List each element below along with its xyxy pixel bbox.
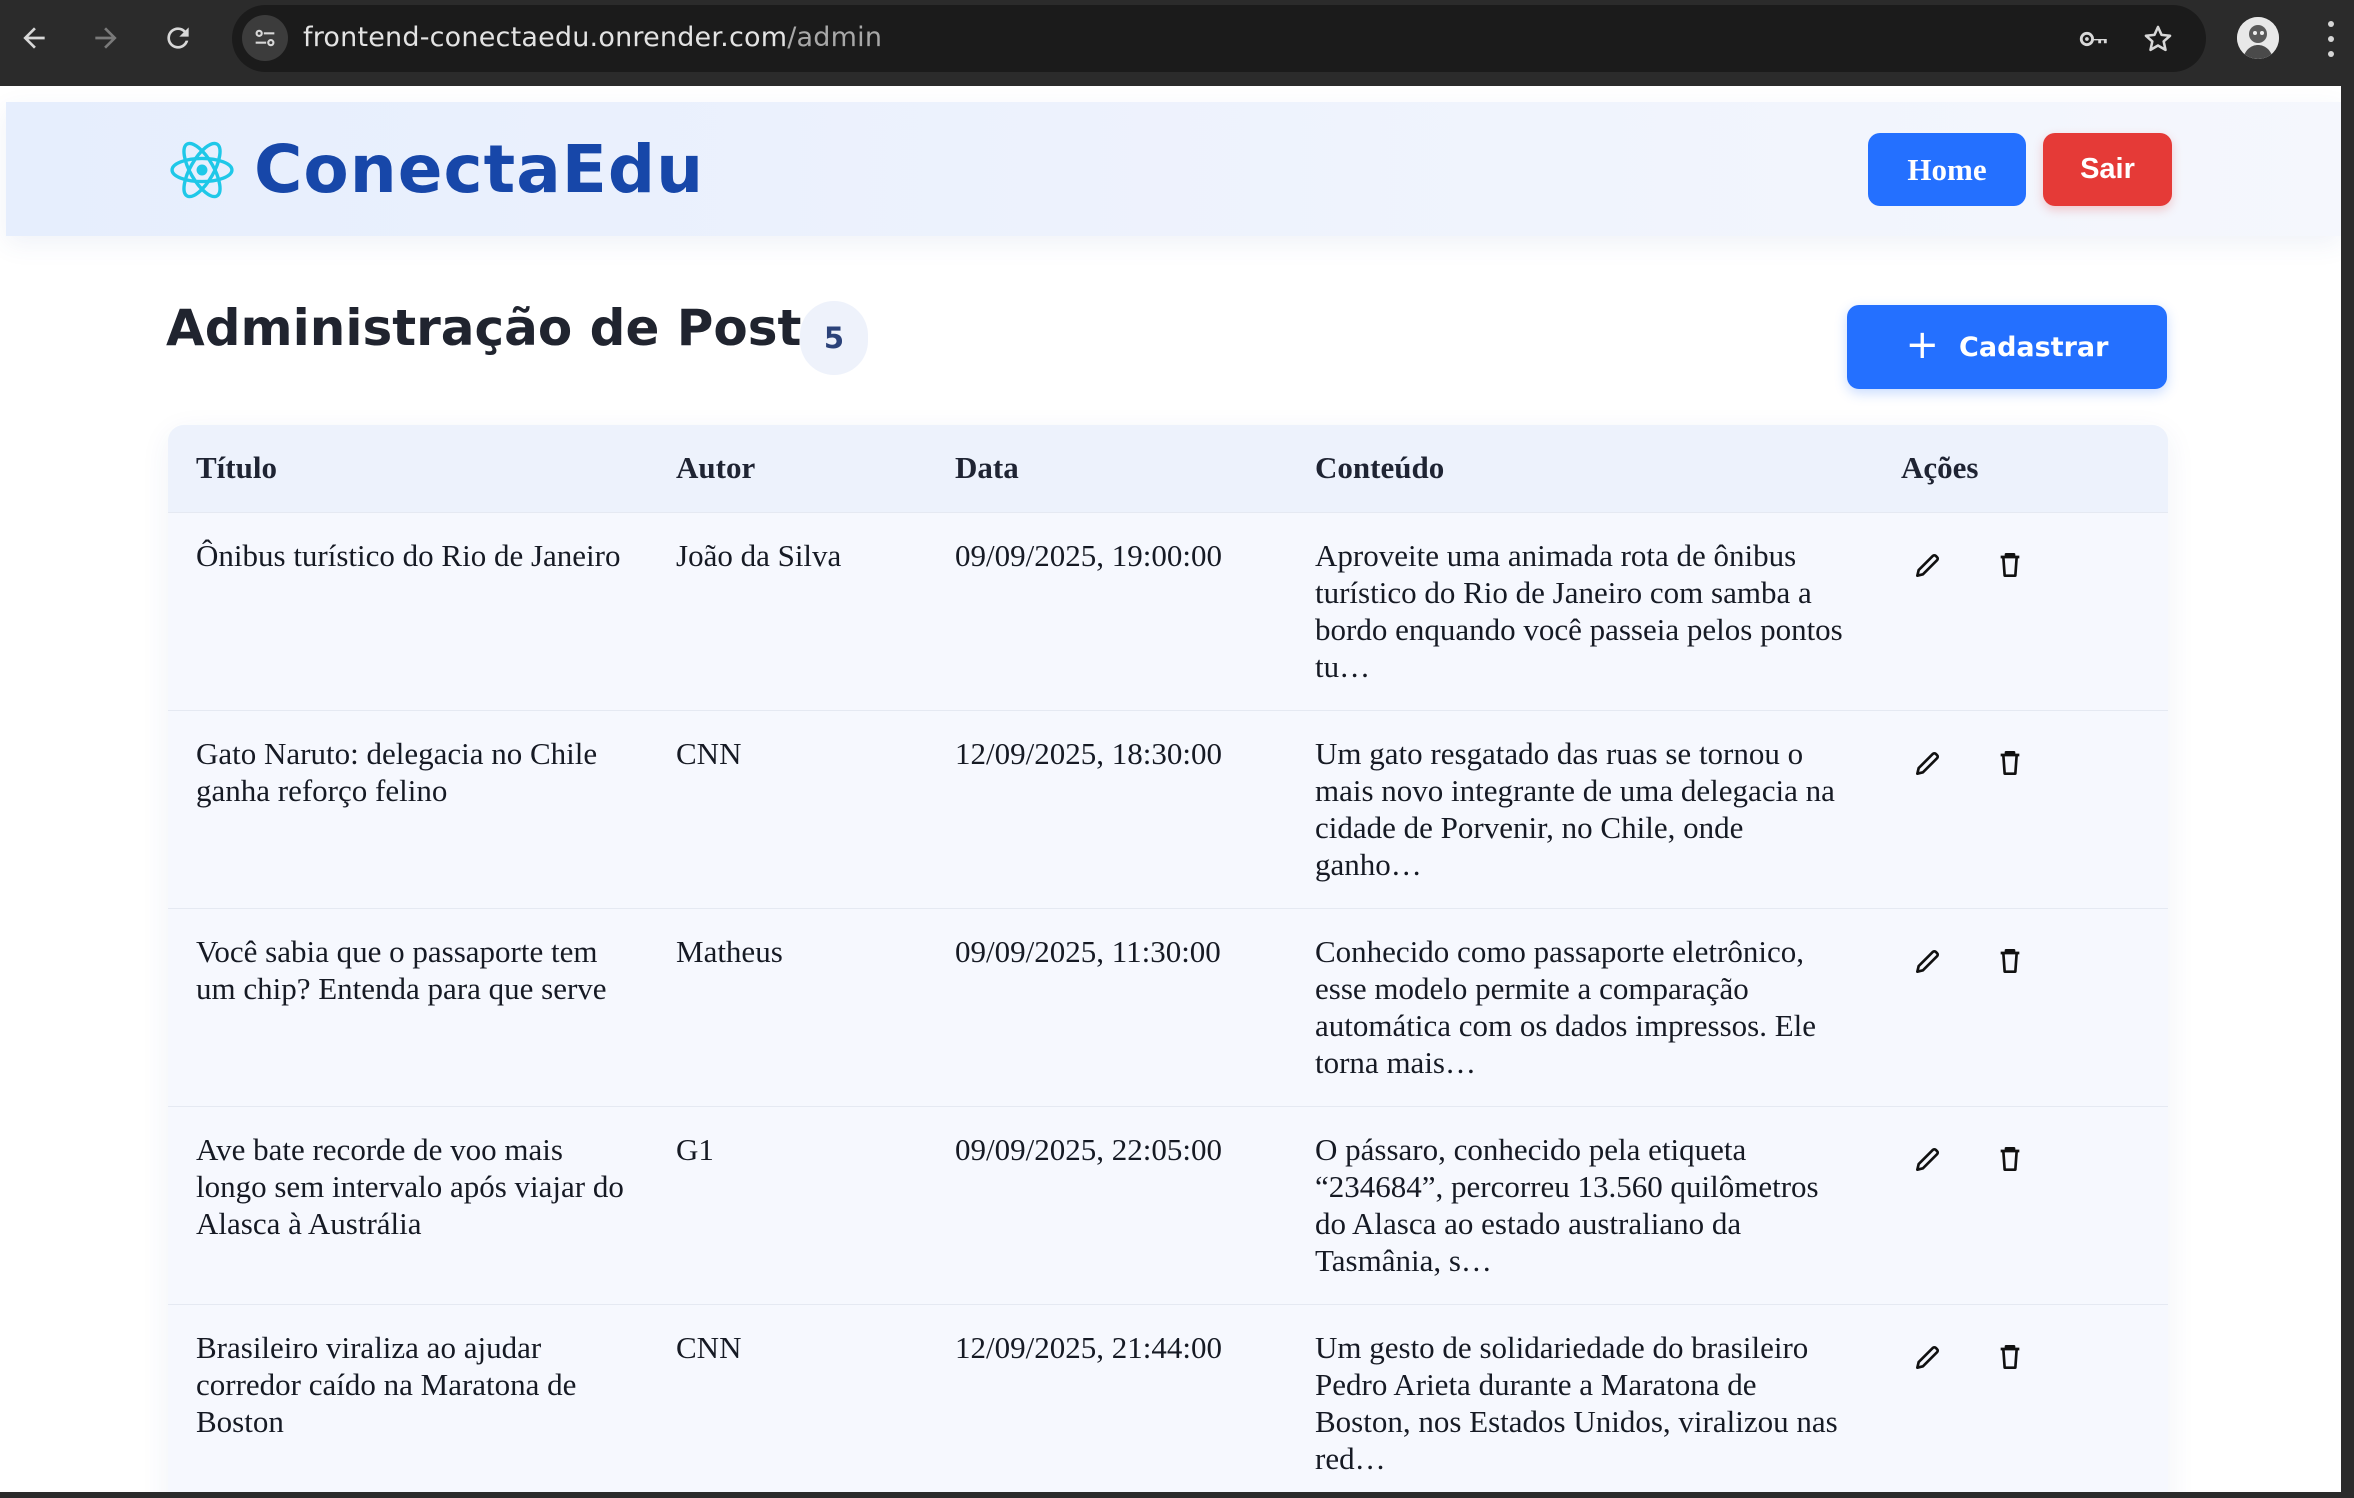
trash-icon [2000,553,2020,577]
post-date: 12/09/2025, 21:44:00 [955,1330,1222,1365]
edit-button[interactable] [1908,1139,1948,1179]
delete-button[interactable] [1990,545,2030,585]
table-row: Você sabia que o passaporte tem um chip?… [168,908,2168,1106]
post-date: 09/09/2025, 11:30:00 [955,934,1221,969]
logout-button[interactable]: Sair [2043,133,2172,206]
pencil-icon [1916,1345,1940,1369]
react-atom-icon [170,141,234,199]
post-date: 09/09/2025, 22:05:00 [955,1132,1222,1167]
trash-icon [2000,1147,2020,1171]
bookmark-star-icon[interactable] [2138,19,2178,59]
post-author: João da Silva [676,538,842,573]
post-count-badge: 5 [800,301,868,375]
column-header-date: Data [955,450,1019,485]
password-key-icon[interactable] [2074,19,2114,59]
plus-icon: + [1905,322,1940,368]
forward-button[interactable] [82,14,130,62]
address-bar[interactable]: frontend-conectaedu.onrender.com/admin [232,5,2206,72]
column-header-actions: Ações [1901,450,1979,485]
trash-icon [2000,1345,2020,1369]
post-author: G1 [676,1132,714,1167]
table-row: Brasileiro viraliza ao ajudar corredor c… [168,1304,2168,1492]
window-frame-right [2341,86,2354,1498]
edit-button[interactable] [1908,743,1948,783]
url-text: frontend-conectaedu.onrender.com/admin [303,22,882,53]
table-header: Título Autor Data Conteúdo Ações [168,425,2168,512]
trash-icon [2000,751,2020,775]
post-content: O pássaro, conhecido pela etiqueta “2346… [1315,1132,1819,1278]
table-row: Ônibus turístico do Rio de Janeiro João … [168,512,2168,710]
delete-button[interactable] [1990,743,2030,783]
delete-button[interactable] [1990,941,2030,981]
pencil-icon [1916,751,1940,775]
post-author: Matheus [676,934,783,969]
reload-button[interactable] [154,14,202,62]
posts-table: Título Autor Data Conteúdo Ações Ônibus … [168,425,2168,1492]
browser-menu-icon[interactable] [2316,17,2346,61]
site-info-icon[interactable] [242,15,288,61]
browser-toolbar: frontend-conectaedu.onrender.com/admin [0,0,2354,86]
create-post-label: Cadastrar [1959,331,2109,363]
post-author: CNN [676,1330,742,1365]
reload-icon [167,27,189,49]
edit-button[interactable] [1908,941,1948,981]
column-header-content: Conteúdo [1315,450,1445,485]
create-post-button[interactable]: + Cadastrar [1847,305,2167,389]
pencil-icon [1916,553,1940,577]
edit-button[interactable] [1908,1337,1948,1377]
pencil-icon [1916,1147,1940,1171]
url-host: frontend-conectaedu.onrender.com [303,22,788,53]
back-button[interactable] [10,14,58,62]
post-title: Ave bate recorde de voo mais longo sem i… [196,1132,624,1241]
post-title: Ônibus turístico do Rio de Janeiro [196,538,621,573]
post-content: Um gato resgatado das ruas se tornou o m… [1315,736,1835,882]
post-date: 09/09/2025, 19:00:00 [955,538,1222,573]
post-content: Um gesto de solidariedade do brasileiro … [1315,1330,1838,1476]
arrow-right-icon [95,27,117,49]
table-row: Ave bate recorde de voo mais longo sem i… [168,1106,2168,1304]
brand-name: ConectaEdu [254,131,705,208]
pencil-icon [1916,949,1940,973]
brand-logo[interactable]: ConectaEdu [168,136,704,204]
profile-avatar[interactable] [2237,17,2279,59]
post-title: Você sabia que o passaporte tem um chip?… [196,934,607,1006]
post-author: CNN [676,736,742,771]
table-row: Gato Naruto: delegacia no Chile ganha re… [168,710,2168,908]
url-path: /admin [787,22,883,53]
delete-button[interactable] [1990,1337,2030,1377]
column-header-title: Título [196,450,277,485]
post-content: Conhecido como passaporte eletrônico, es… [1315,934,1817,1080]
app-header: ConectaEdu Home Sair [6,102,2341,236]
trash-icon [2000,949,2020,973]
page-title: Administração de Posts [166,299,832,357]
post-title: Brasileiro viraliza ao ajudar corredor c… [196,1330,577,1439]
edit-button[interactable] [1908,545,1948,585]
page-viewport: ConectaEdu Home Sair Administração de Po… [0,86,2341,1492]
post-content: Aproveite uma animada rota de ônibus tur… [1315,538,1843,684]
post-title: Gato Naruto: delegacia no Chile ganha re… [196,736,598,808]
window-frame-bottom [0,1492,2354,1498]
post-date: 12/09/2025, 18:30:00 [955,736,1222,771]
delete-button[interactable] [1990,1139,2030,1179]
home-button[interactable]: Home [1868,133,2026,206]
column-header-author: Autor [676,450,756,485]
arrow-left-icon [23,27,45,49]
